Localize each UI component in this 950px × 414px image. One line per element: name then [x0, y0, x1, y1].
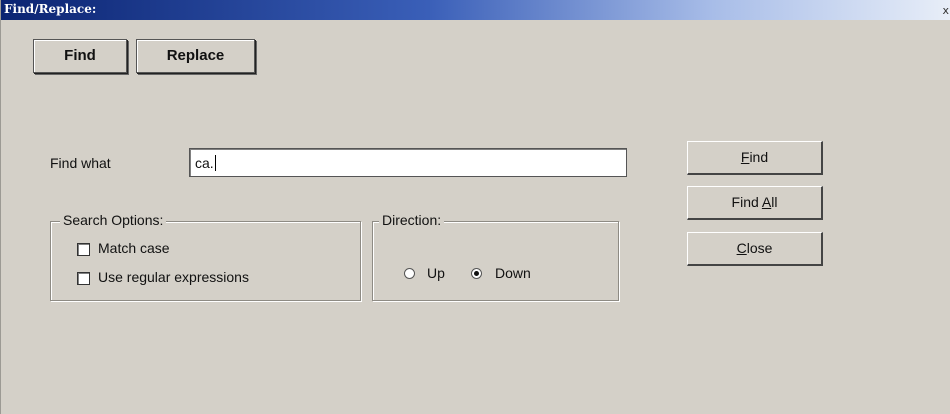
close-button[interactable]: Close: [687, 232, 823, 266]
find-what-input[interactable]: ca.: [189, 148, 627, 177]
find-all-button[interactable]: Find All: [687, 186, 823, 220]
direction-group: [372, 221, 619, 301]
find-replace-dialog: Find/Replace: x Find Replace Find what c…: [0, 0, 950, 414]
direction-down-label[interactable]: Down: [495, 265, 531, 281]
text-caret: [214, 155, 216, 171]
close-icon[interactable]: x: [942, 4, 949, 17]
find-all-mnemonic: A: [761, 194, 772, 210]
use-regex-checkbox[interactable]: [77, 272, 90, 285]
window-title: Find/Replace:: [4, 2, 97, 16]
find-mode-button[interactable]: Find: [33, 39, 127, 73]
find-what-value: ca.: [195, 155, 214, 171]
direction-up-label[interactable]: Up: [427, 265, 445, 281]
use-regex-label[interactable]: Use regular expressions: [98, 269, 249, 285]
search-options-legend: Search Options:: [60, 212, 167, 228]
replace-mode-button[interactable]: Replace: [136, 39, 255, 73]
find-what-label: Find what: [50, 155, 111, 171]
title-bar[interactable]: Find/Replace: x: [1, 0, 950, 20]
direction-down-radio[interactable]: [471, 268, 482, 279]
direction-legend: Direction:: [379, 212, 445, 228]
close-mnemonic: C: [736, 240, 747, 256]
match-case-label[interactable]: Match case: [98, 240, 170, 256]
match-case-checkbox[interactable]: [77, 243, 90, 256]
find-button[interactable]: Find: [687, 141, 823, 175]
direction-up-radio[interactable]: [404, 268, 415, 279]
search-options-group: [50, 221, 361, 301]
